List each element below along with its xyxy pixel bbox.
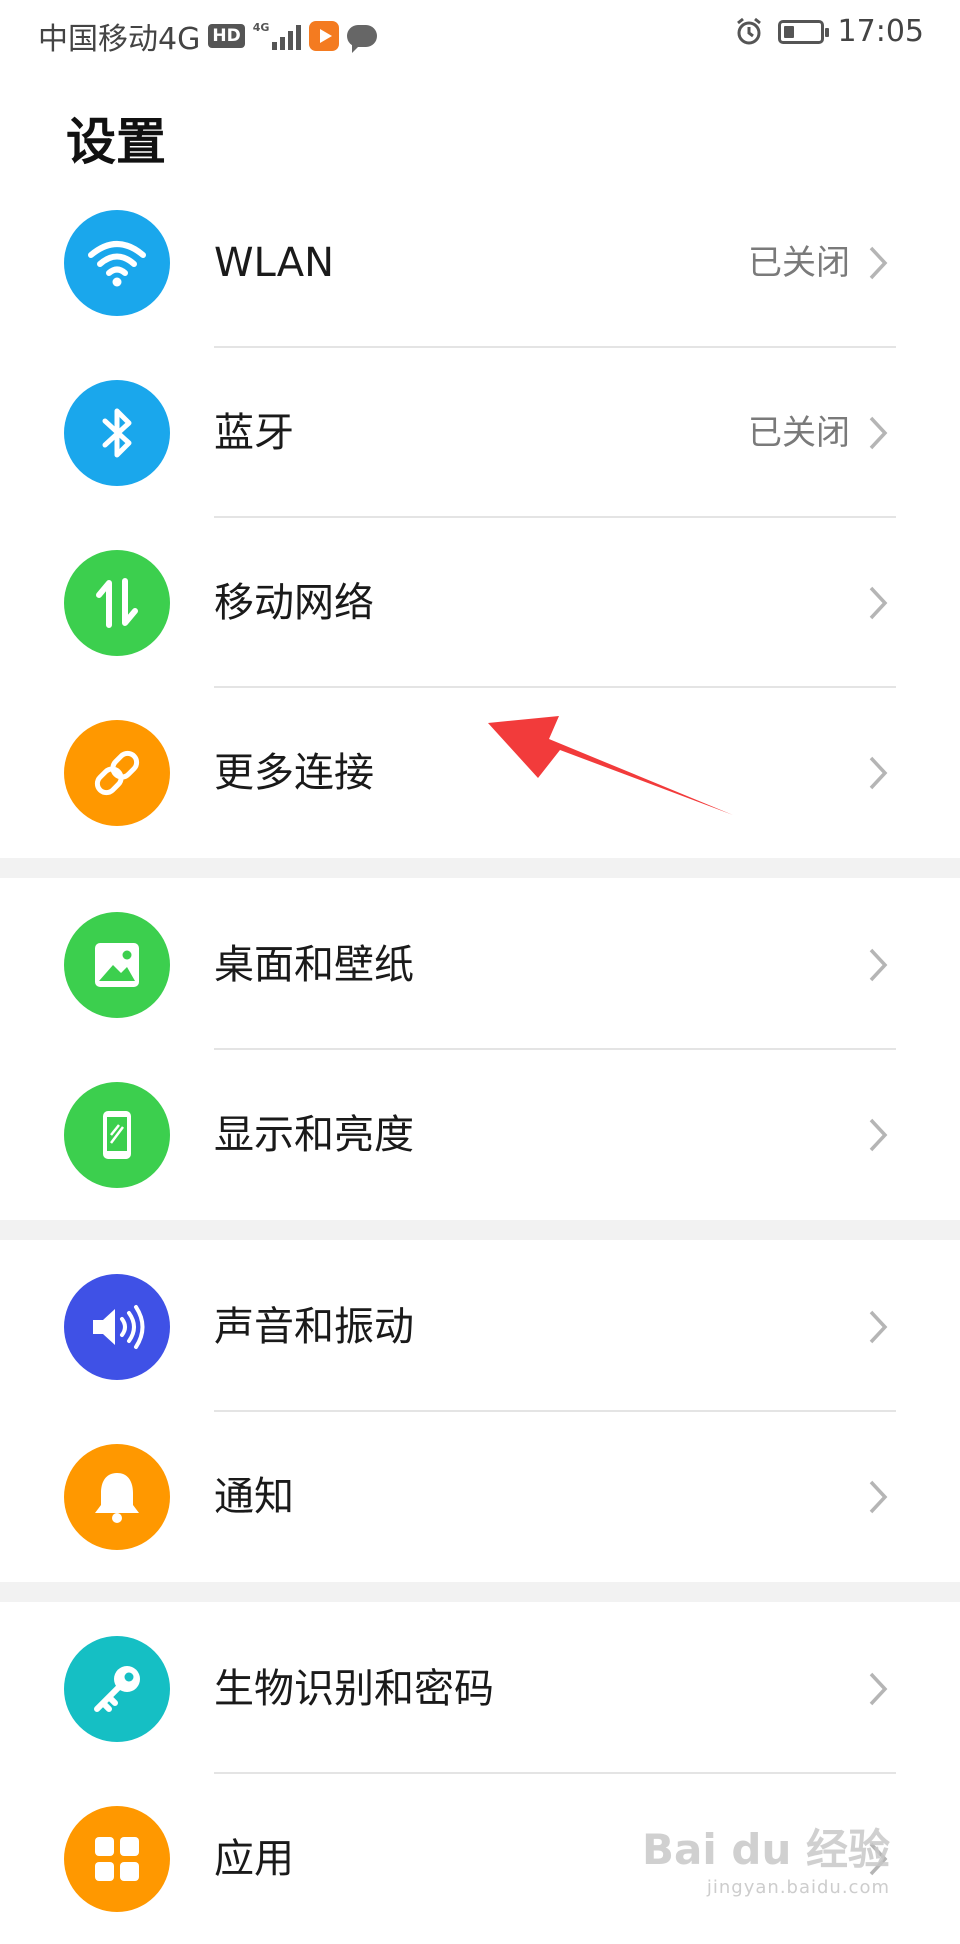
item-label: 桌面和壁纸 <box>214 942 414 988</box>
speaker-icon <box>64 1274 170 1380</box>
clock: 17:05 <box>837 14 924 49</box>
settings-item-notifications[interactable]: 通知 <box>0 1412 960 1582</box>
item-label: 更多连接 <box>214 750 374 796</box>
item-label: 蓝牙 <box>214 410 294 456</box>
settings-item-sound-vibration[interactable]: 声音和振动 <box>0 1242 960 1412</box>
bell-icon <box>64 1444 170 1550</box>
item-label: WLAN <box>214 240 335 286</box>
chevron-right-icon <box>869 1480 888 1514</box>
watermark-text: Bai du 经验 <box>642 1825 890 1874</box>
watermark-url: jingyan.baidu.com <box>706 1877 890 1898</box>
key-icon <box>64 1636 170 1742</box>
page-title: 设置 <box>66 113 166 171</box>
wifi-icon <box>64 210 170 316</box>
settings-item-biometrics-password[interactable]: 生物识别和密码 <box>0 1604 960 1774</box>
chevron-right-icon <box>869 756 888 790</box>
message-icon <box>347 25 378 53</box>
chevron-right-icon <box>869 1118 888 1152</box>
network-type-label: 4G <box>252 21 270 34</box>
phone-screen-icon <box>64 1082 170 1188</box>
battery-fill <box>783 25 794 38</box>
settings-item-display-brightness[interactable]: 显示和亮度 <box>0 1050 960 1220</box>
bluetooth-icon <box>64 380 170 486</box>
status-left: 中国移动4G HD 4G <box>38 14 378 58</box>
image-icon <box>64 912 170 1018</box>
apps-grid-icon <box>64 1806 170 1912</box>
item-label: 移动网络 <box>214 580 374 626</box>
item-label: 生物识别和密码 <box>214 1666 494 1712</box>
battery-icon <box>777 19 829 44</box>
chevron-right-icon <box>869 416 888 450</box>
settings-item-wlan[interactable]: WLAN 已关闭 <box>0 178 960 348</box>
item-label: 显示和亮度 <box>214 1112 414 1158</box>
link-icon <box>64 720 170 826</box>
chevron-right-icon <box>869 948 888 982</box>
alarm-icon <box>736 17 761 44</box>
settings-item-mobile-network[interactable]: 移动网络 <box>0 518 960 688</box>
item-label: 应用 <box>214 1836 294 1882</box>
hd-icon: HD <box>208 24 245 48</box>
item-status: 已关闭 <box>748 243 850 283</box>
item-label: 声音和振动 <box>214 1304 414 1350</box>
carrier-name: 中国移动4G <box>38 22 201 57</box>
chevron-right-icon <box>869 586 888 620</box>
section-gap <box>0 1582 960 1602</box>
section-gap <box>0 1220 960 1240</box>
settings-item-bluetooth[interactable]: 蓝牙 已关闭 <box>0 348 960 518</box>
chevron-right-icon <box>869 1672 888 1706</box>
status-bar: 中国移动4G HD 4G 17:05 <box>0 0 960 66</box>
chevron-right-icon <box>869 246 888 280</box>
mobile-data-icon <box>64 550 170 656</box>
item-label: 通知 <box>214 1474 294 1520</box>
status-right: 17:05 <box>734 14 924 49</box>
section-gap <box>0 858 960 878</box>
video-app-icon <box>309 21 340 51</box>
signal-icon: 4G <box>253 22 302 50</box>
chevron-right-icon <box>869 1310 888 1344</box>
item-status: 已关闭 <box>748 413 850 453</box>
watermark-logo: Bai du 经验 jingyan.baidu.com <box>642 1816 890 1898</box>
settings-item-home-wallpaper[interactable]: 桌面和壁纸 <box>0 880 960 1050</box>
settings-item-more-connections[interactable]: 更多连接 <box>0 688 960 858</box>
